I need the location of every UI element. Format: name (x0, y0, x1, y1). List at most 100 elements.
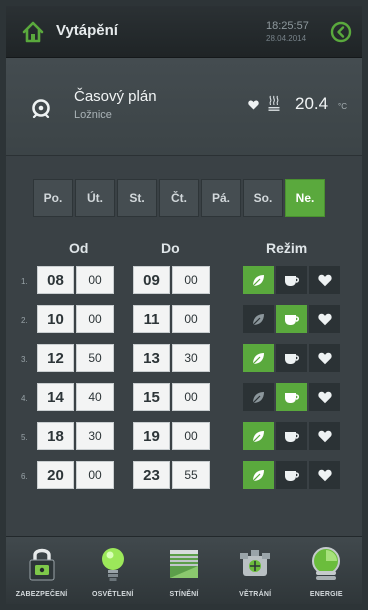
home-icon[interactable] (21, 20, 45, 44)
heart-icon (317, 274, 332, 287)
schedule-title: Časový plán (74, 88, 157, 105)
row-number: 5. (21, 433, 28, 442)
nav-label: VĚTRÁNÍ (239, 591, 272, 598)
from-hour-field[interactable]: 14 (37, 383, 74, 411)
eco-mode-button[interactable] (243, 383, 274, 411)
from-hour-field[interactable]: 20 (37, 461, 74, 489)
heating-icon (268, 95, 280, 111)
column-header-from: Od (69, 240, 89, 256)
from-minute-field[interactable]: 50 (76, 344, 114, 372)
to-hour-field[interactable]: 13 (133, 344, 170, 372)
comfort-mode-button[interactable] (276, 461, 307, 489)
back-icon[interactable] (330, 21, 352, 43)
room-name: Ložnice (74, 109, 112, 121)
row-number: 2. (21, 316, 28, 325)
column-header-to: Do (161, 240, 180, 256)
nav-item-osvětlení[interactable]: OSVĚTLENÍ (77, 537, 148, 605)
day-tab[interactable]: Út. (75, 179, 115, 217)
eco-mode-button[interactable] (243, 266, 274, 294)
ventilation-icon (237, 544, 273, 584)
from-minute-field[interactable]: 40 (76, 383, 114, 411)
schedule-row: 6. 20 00 23 55 (6, 461, 362, 489)
comfort-mode-button[interactable] (276, 383, 307, 411)
to-minute-field[interactable]: 30 (172, 344, 210, 372)
favorite-mode-button[interactable] (309, 383, 340, 411)
to-hour-field[interactable]: 23 (133, 461, 170, 489)
lighting-icon (95, 544, 131, 584)
nav-item-zabezpečení[interactable]: ZABEZPEČENÍ (6, 537, 77, 605)
favorite-mode-button[interactable] (309, 344, 340, 372)
schedule-row: 2. 10 00 11 00 (6, 305, 362, 333)
day-tab[interactable]: Po. (33, 179, 73, 217)
heart-icon (317, 430, 332, 443)
from-hour-field[interactable]: 10 (37, 305, 74, 333)
schedule-info-panel: Časový plán Ložnice 20.4 °C (6, 58, 362, 156)
heart-icon (248, 100, 259, 110)
eco-mode-button[interactable] (243, 344, 274, 372)
nav-item-větrání[interactable]: VĚTRÁNÍ (220, 537, 291, 605)
to-minute-field[interactable]: 00 (172, 422, 210, 450)
to-minute-field[interactable]: 00 (172, 266, 210, 294)
leaf-icon (251, 468, 266, 483)
schedule-row: 1. 08 00 09 00 (6, 266, 362, 294)
favorite-mode-button[interactable] (309, 305, 340, 333)
leaf-icon (251, 390, 266, 405)
to-minute-field[interactable]: 55 (172, 461, 210, 489)
from-minute-field[interactable]: 00 (76, 305, 114, 333)
eco-mode-button[interactable] (243, 305, 274, 333)
row-number: 4. (21, 394, 28, 403)
nav-item-stínění[interactable]: STÍNĚNÍ (148, 537, 219, 605)
day-tab[interactable]: Ne. (285, 179, 325, 217)
from-minute-field[interactable]: 30 (76, 422, 114, 450)
temperature-unit: °C (338, 102, 347, 111)
to-hour-field[interactable]: 09 (133, 266, 170, 294)
cup-icon (284, 274, 300, 287)
clock-time: 18:25:57 (266, 20, 309, 32)
cup-icon (284, 430, 300, 443)
to-hour-field[interactable]: 15 (133, 383, 170, 411)
app-frame: Vytápění 18:25:57 28.04.2014 Časový plán… (6, 6, 362, 604)
nav-label: OSVĚTLENÍ (92, 591, 134, 598)
from-minute-field[interactable]: 00 (76, 461, 114, 489)
heart-icon (317, 391, 332, 404)
schedule-row: 4. 14 40 15 00 (6, 383, 362, 411)
comfort-mode-button[interactable] (276, 266, 307, 294)
security-icon (24, 544, 60, 584)
cup-icon (284, 313, 300, 326)
energy-icon (308, 544, 344, 584)
favorite-mode-button[interactable] (309, 422, 340, 450)
heart-icon (317, 352, 332, 365)
to-minute-field[interactable]: 00 (172, 305, 210, 333)
alarm-clock-icon (32, 99, 50, 118)
nav-item-energie[interactable]: ENERGIE (291, 537, 362, 605)
to-minute-field[interactable]: 00 (172, 383, 210, 411)
day-tab[interactable]: St. (117, 179, 157, 217)
day-tab[interactable]: So. (243, 179, 283, 217)
to-hour-field[interactable]: 19 (133, 422, 170, 450)
favorite-mode-button[interactable] (309, 266, 340, 294)
header-bar: Vytápění 18:25:57 28.04.2014 (6, 6, 362, 58)
comfort-mode-button[interactable] (276, 422, 307, 450)
leaf-icon (251, 429, 266, 444)
schedule-editor: Po. Út. St. Čt. Pá. So. Ne. Od Do Režim 1. 08 00… (6, 156, 362, 536)
from-hour-field[interactable]: 08 (37, 266, 74, 294)
cup-icon (284, 391, 300, 404)
column-header-mode: Režim (266, 240, 308, 256)
day-tab[interactable]: Pá. (201, 179, 241, 217)
comfort-mode-button[interactable] (276, 344, 307, 372)
eco-mode-button[interactable] (243, 422, 274, 450)
page-title: Vytápění (56, 22, 118, 39)
cup-icon (284, 352, 300, 365)
leaf-icon (251, 273, 266, 288)
day-tabs: Po. Út. St. Čt. Pá. So. Ne. (33, 179, 327, 217)
from-hour-field[interactable]: 12 (37, 344, 74, 372)
from-minute-field[interactable]: 00 (76, 266, 114, 294)
day-tab[interactable]: Čt. (159, 179, 199, 217)
eco-mode-button[interactable] (243, 461, 274, 489)
from-hour-field[interactable]: 18 (37, 422, 74, 450)
to-hour-field[interactable]: 11 (133, 305, 170, 333)
comfort-mode-button[interactable] (276, 305, 307, 333)
cup-icon (284, 469, 300, 482)
nav-label: STÍNĚNÍ (169, 591, 199, 598)
favorite-mode-button[interactable] (309, 461, 340, 489)
